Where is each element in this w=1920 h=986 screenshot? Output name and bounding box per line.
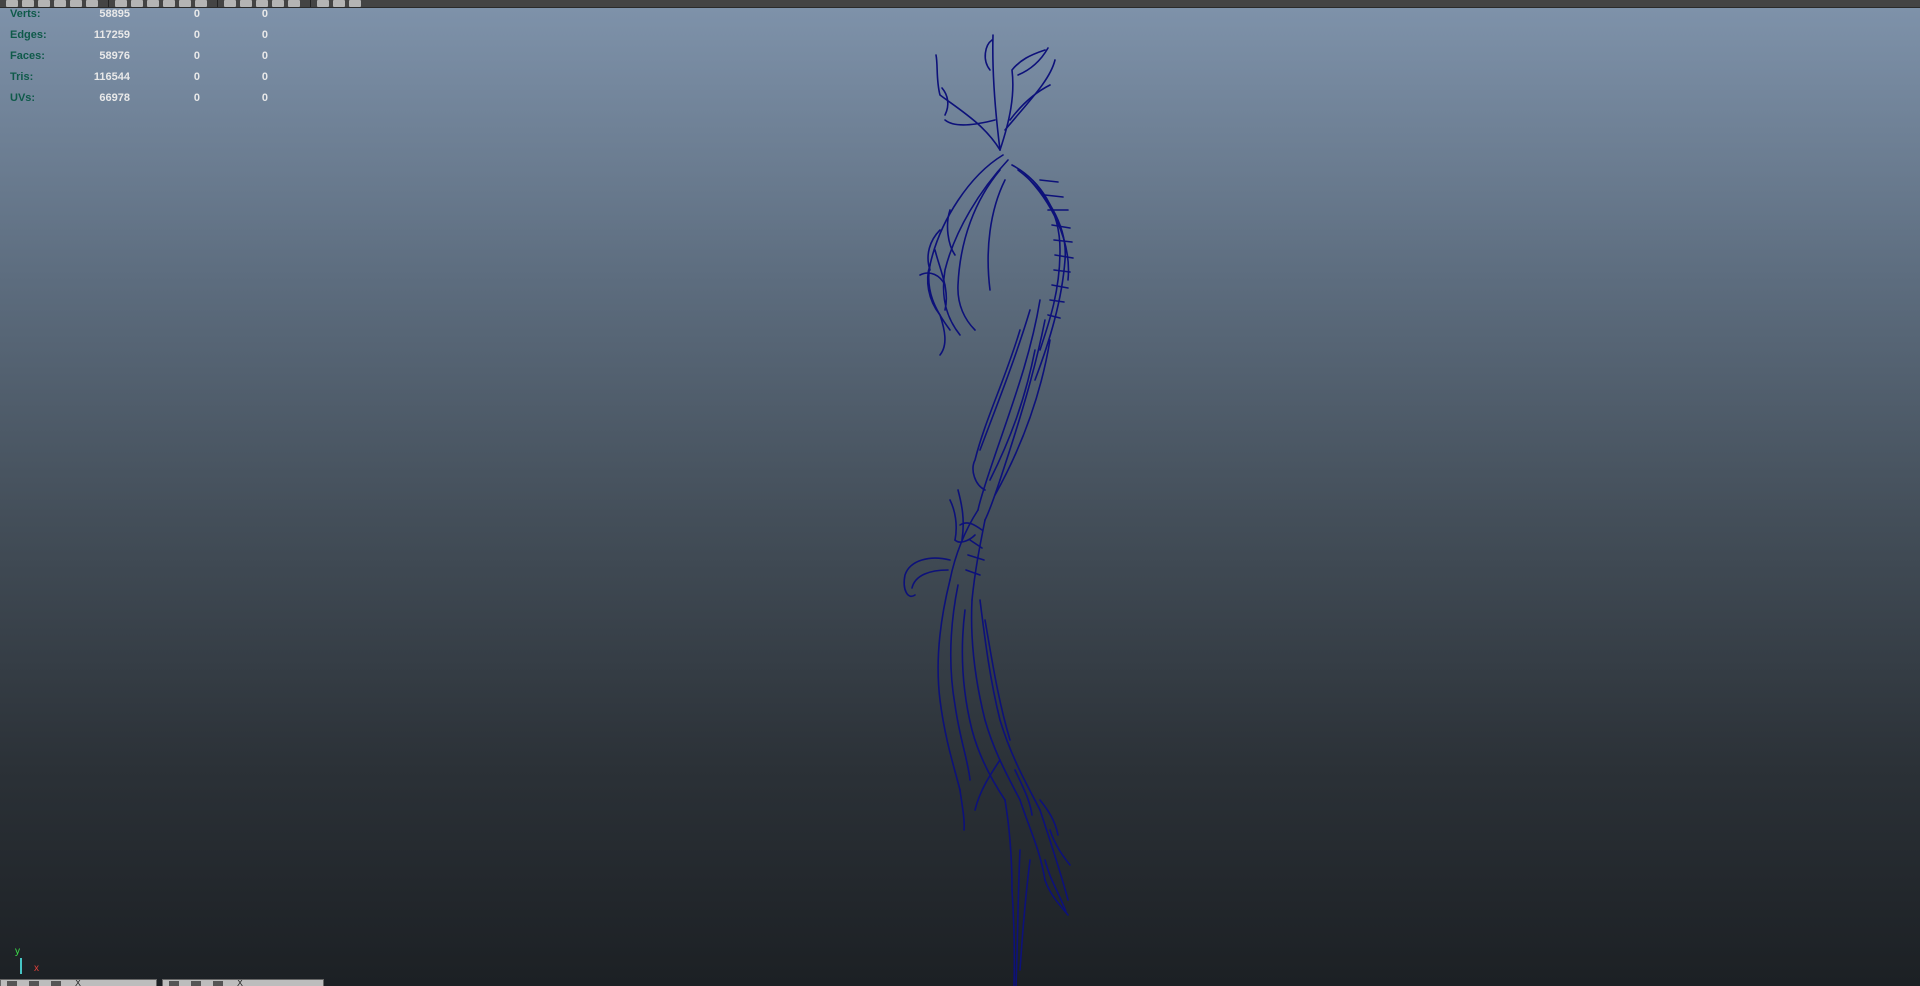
axis-y-label: y [15, 946, 20, 957]
axis-y-line [20, 958, 22, 974]
vascular-wireframe-model[interactable] [0, 0, 1920, 986]
panel-icon [7, 980, 17, 986]
maximize-icon[interactable] [213, 980, 223, 986]
restore-icon[interactable] [191, 980, 201, 986]
close-button[interactable]: X [75, 980, 81, 986]
view-axis-indicator: y x [14, 946, 44, 976]
minimized-panel-1[interactable]: X [0, 979, 157, 986]
maya-viewport[interactable]: Verts: 58895 0 0 Edges: 117259 0 0 Faces… [0, 0, 1920, 986]
restore-icon[interactable] [29, 980, 39, 986]
minimized-panel-2[interactable]: X [162, 979, 324, 986]
close-button[interactable]: X [237, 980, 243, 986]
maximize-icon[interactable] [51, 980, 61, 986]
panel-icon [169, 980, 179, 986]
axis-x-label: x [34, 963, 39, 974]
